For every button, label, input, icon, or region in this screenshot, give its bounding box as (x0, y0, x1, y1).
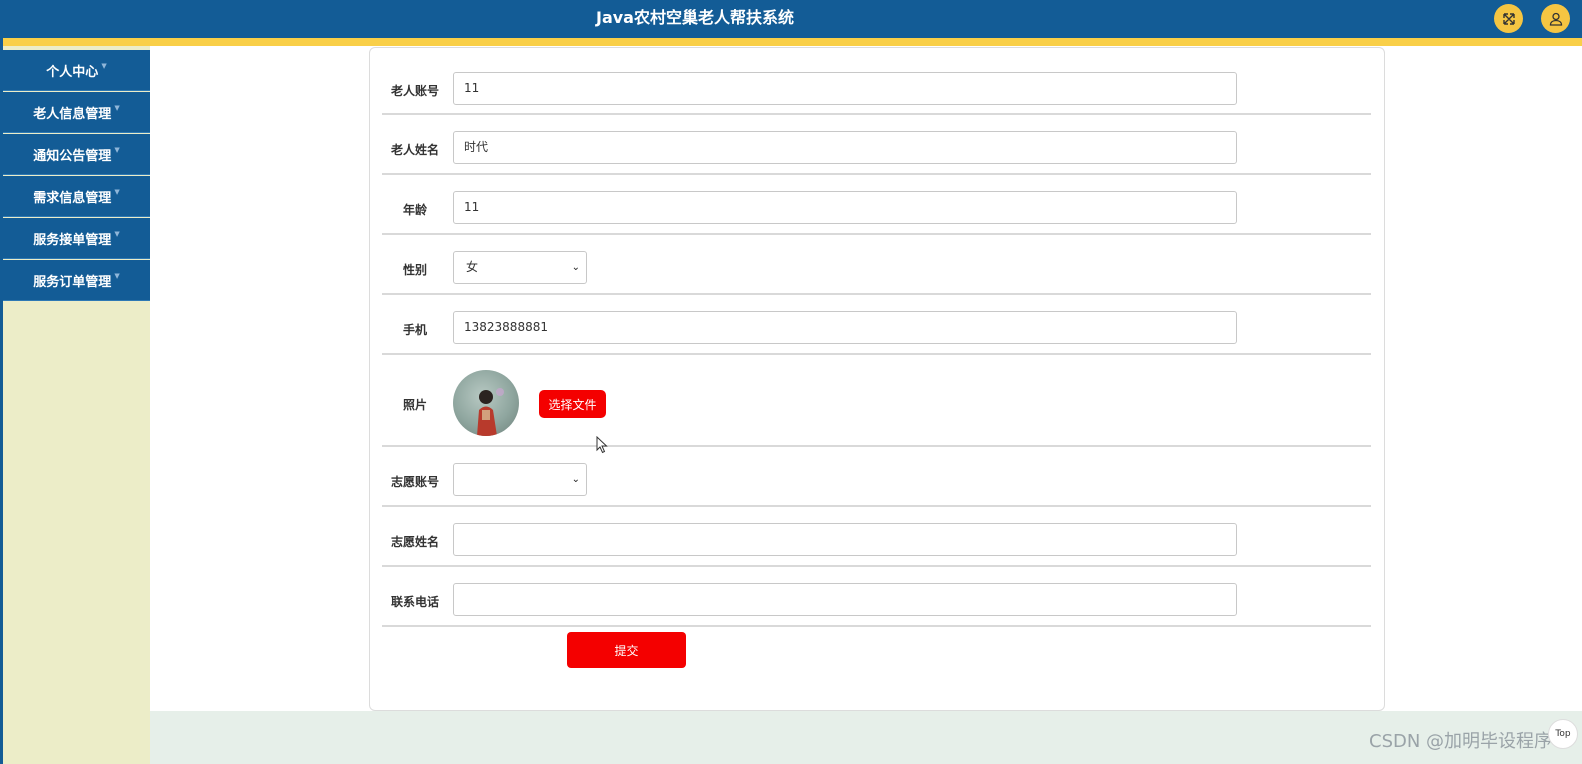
age-input[interactable]: 11 (453, 191, 1237, 224)
photo-preview (453, 370, 519, 436)
sidebar-item-label: 通知公告管理 (33, 148, 112, 164)
volunteer-name-input[interactable] (453, 523, 1237, 556)
sidebar-item-personal-center[interactable]: 个人中心 ▼ (3, 50, 150, 91)
mouse-cursor-icon (596, 435, 608, 458)
submit-button[interactable]: 提交 (567, 632, 686, 668)
form-row-account: 老人账号 11 (382, 48, 1371, 115)
volunteer-name-label: 志愿姓名 (390, 535, 439, 549)
account-label: 老人账号 (390, 84, 439, 98)
header-accent-stripe (2, 38, 1582, 46)
sidebar-item-demands[interactable]: 需求信息管理 ▼ (3, 176, 150, 217)
contact-phone-label: 联系电话 (390, 595, 439, 609)
fullscreen-icon (1502, 12, 1515, 25)
name-label: 老人姓名 (390, 143, 439, 157)
sidebar-item-label: 需求信息管理 (33, 190, 112, 206)
chevron-down-icon: ⌄ (571, 474, 580, 485)
chevron-down-icon: ▼ (114, 230, 120, 238)
back-to-top-button[interactable]: Top (1548, 719, 1578, 749)
volunteer-account-label: 志愿账号 (390, 475, 439, 489)
form-row-gender: 性别 女 ⌄ (382, 235, 1371, 295)
watermark-text: CSDN @加明毕设程序 (1369, 731, 1553, 752)
sidebar-item-label: 服务接单管理 (33, 232, 112, 248)
portrait-image (477, 388, 504, 436)
contact-phone-input[interactable] (453, 583, 1237, 616)
gender-select[interactable]: 女 ⌄ (453, 251, 587, 284)
chevron-down-icon: ⌄ (571, 262, 580, 273)
age-label: 年龄 (402, 203, 427, 217)
form-row-phone: 手机 13823888881 (382, 295, 1371, 355)
gender-selected-value: 女 (466, 260, 479, 274)
photo-label: 照片 (402, 398, 427, 412)
choose-file-button[interactable]: 选择文件 (539, 390, 606, 418)
sidebar-item-label: 服务订单管理 (33, 274, 112, 290)
fullscreen-button[interactable] (1494, 4, 1523, 33)
sidebar: 个人中心 ▼ 老人信息管理 ▼ 通知公告管理 ▼ 需求信息管理 ▼ 服务接单管理 ▼ 服务… (3, 46, 150, 764)
user-icon (1549, 12, 1562, 26)
sidebar-item-label: 个人中心 (46, 64, 99, 80)
form-row-volunteer-name: 志愿姓名 (382, 507, 1371, 567)
form-row-contact-phone: 联系电话 (382, 567, 1371, 627)
footer-band (150, 711, 1582, 764)
phone-input[interactable]: 13823888881 (453, 311, 1237, 344)
app-title: Java农村空巢老人帮扶系统 (596, 8, 794, 27)
form-row-photo: 照片 选择文件 (382, 355, 1371, 447)
form-row-age: 年龄 11 (382, 175, 1371, 235)
gender-label: 性别 (402, 263, 427, 277)
chevron-down-icon: ▼ (101, 62, 107, 70)
form-row-name: 老人姓名 时代 (382, 115, 1371, 175)
sidebar-item-elderly-info[interactable]: 老人信息管理 ▼ (3, 92, 150, 133)
name-input[interactable]: 时代 (453, 131, 1237, 164)
chevron-down-icon: ▼ (114, 146, 120, 154)
user-button[interactable] (1541, 4, 1570, 33)
sidebar-item-service-accept[interactable]: 服务接单管理 ▼ (3, 218, 150, 259)
sidebar-item-notices[interactable]: 通知公告管理 ▼ (3, 134, 150, 175)
chevron-down-icon: ▼ (114, 104, 120, 112)
phone-label: 手机 (402, 323, 427, 337)
top-header: Java农村空巢老人帮扶系统 (0, 0, 1582, 38)
account-input[interactable]: 11 (453, 72, 1237, 105)
chevron-down-icon: ▼ (114, 188, 120, 196)
sidebar-item-label: 老人信息管理 (33, 106, 112, 122)
volunteer-account-select[interactable]: ⌄ (453, 463, 587, 496)
form-row-volunteer-account: 志愿账号 ⌄ (382, 447, 1371, 507)
elderly-form-card: 老人账号 11 老人姓名 时代 年龄 11 性别 女 ⌄ 手机 13823888… (369, 47, 1385, 711)
chevron-down-icon: ▼ (114, 272, 120, 280)
sidebar-item-service-orders[interactable]: 服务订单管理 ▼ (3, 260, 150, 301)
